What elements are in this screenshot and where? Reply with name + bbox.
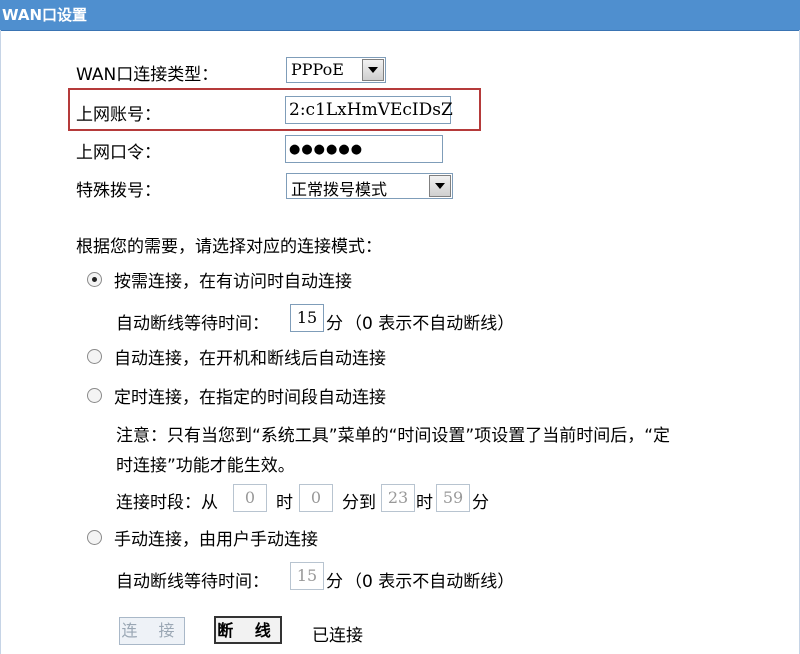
password-value: ●●●●●● bbox=[289, 142, 364, 157]
connect-button[interactable]: 连 接 bbox=[119, 617, 185, 645]
idle-time-label-2: 自动断线等待时间： bbox=[116, 572, 269, 592]
mode-on-demand-label: 按需连接，在有访问时自动连接 bbox=[114, 272, 352, 292]
dial-label: 特殊拨号： bbox=[76, 181, 161, 201]
to-hour-input[interactable]: 23 bbox=[381, 484, 415, 512]
mode-auto-label: 自动连接，在开机和断线后自动连接 bbox=[114, 349, 386, 369]
to-min-unit: 分 bbox=[472, 493, 489, 513]
dial-value: 正常拨号模式 bbox=[291, 180, 388, 199]
wan-type-value: PPPoE bbox=[291, 60, 344, 79]
notice-line-1: 注意：只有当您到“系统工具”菜单的“时间设置”项设置了当前时间后，“定 bbox=[116, 426, 671, 446]
mode-prompt: 根据您的需要，请选择对应的连接模式： bbox=[76, 237, 382, 257]
hour-unit: 时 bbox=[276, 493, 293, 513]
from-min-input[interactable]: 0 bbox=[299, 484, 333, 512]
account-value: 2:c1LxHmVEcIDsZ bbox=[289, 100, 453, 120]
to-min-value: 59 bbox=[442, 488, 464, 507]
radio-on-demand[interactable] bbox=[87, 272, 102, 287]
period-label: 连接时段：从 bbox=[116, 493, 218, 513]
dropdown-button[interactable] bbox=[362, 59, 384, 81]
idle-time-input-2[interactable]: 15 bbox=[290, 562, 324, 590]
from-min-value: 0 bbox=[310, 488, 322, 507]
to-hour-value: 23 bbox=[387, 488, 409, 507]
mode-manual-label: 手动连接，由用户手动连接 bbox=[114, 530, 318, 550]
idle-time-unit: 分 bbox=[326, 314, 343, 334]
password-label: 上网口令： bbox=[76, 143, 161, 163]
password-input[interactable]: ●●●●●● bbox=[285, 135, 443, 163]
account-label: 上网账号： bbox=[76, 105, 161, 125]
dial-select[interactable]: 正常拨号模式 bbox=[286, 173, 453, 199]
chevron-down-icon bbox=[368, 67, 378, 73]
notice-line-2: 时连接”功能才能生效。 bbox=[116, 456, 295, 476]
title-bar: WAN口设置 bbox=[0, 0, 800, 31]
idle-time-value: 15 bbox=[296, 308, 318, 327]
idle-time-label: 自动断线等待时间： bbox=[116, 314, 269, 334]
wan-type-label: WAN口连接类型： bbox=[76, 65, 219, 85]
chevron-down-icon bbox=[435, 183, 445, 189]
to-hour-unit: 时 bbox=[416, 493, 433, 513]
idle-time-unit-2: 分 bbox=[326, 572, 343, 592]
min-to-label: 分到 bbox=[342, 493, 376, 513]
to-min-input[interactable]: 59 bbox=[436, 484, 470, 512]
account-input[interactable]: 2:c1LxHmVEcIDsZ bbox=[285, 96, 453, 124]
page-title: WAN口设置 bbox=[2, 6, 88, 24]
radio-dot bbox=[92, 277, 97, 282]
mode-timed-label: 定时连接，在指定的时间段自动连接 bbox=[114, 388, 386, 408]
disconnect-button[interactable]: 断 线 bbox=[214, 616, 282, 644]
idle-time-value-2: 15 bbox=[296, 566, 318, 585]
radio-auto[interactable] bbox=[87, 349, 102, 364]
wan-type-select[interactable]: PPPoE bbox=[286, 57, 386, 83]
idle-time-input[interactable]: 15 bbox=[290, 304, 324, 332]
from-hour-value: 0 bbox=[244, 488, 256, 507]
radio-manual[interactable] bbox=[87, 530, 102, 545]
radio-timed[interactable] bbox=[87, 388, 102, 403]
from-hour-input[interactable]: 0 bbox=[233, 484, 267, 512]
dropdown-button[interactable] bbox=[429, 175, 451, 197]
idle-time-hint: （0 表示不自动断线） bbox=[345, 314, 515, 334]
connection-status: 已连接 bbox=[312, 626, 363, 646]
idle-time-hint-2: （0 表示不自动断线） bbox=[345, 572, 515, 592]
left-border bbox=[0, 30, 1, 654]
